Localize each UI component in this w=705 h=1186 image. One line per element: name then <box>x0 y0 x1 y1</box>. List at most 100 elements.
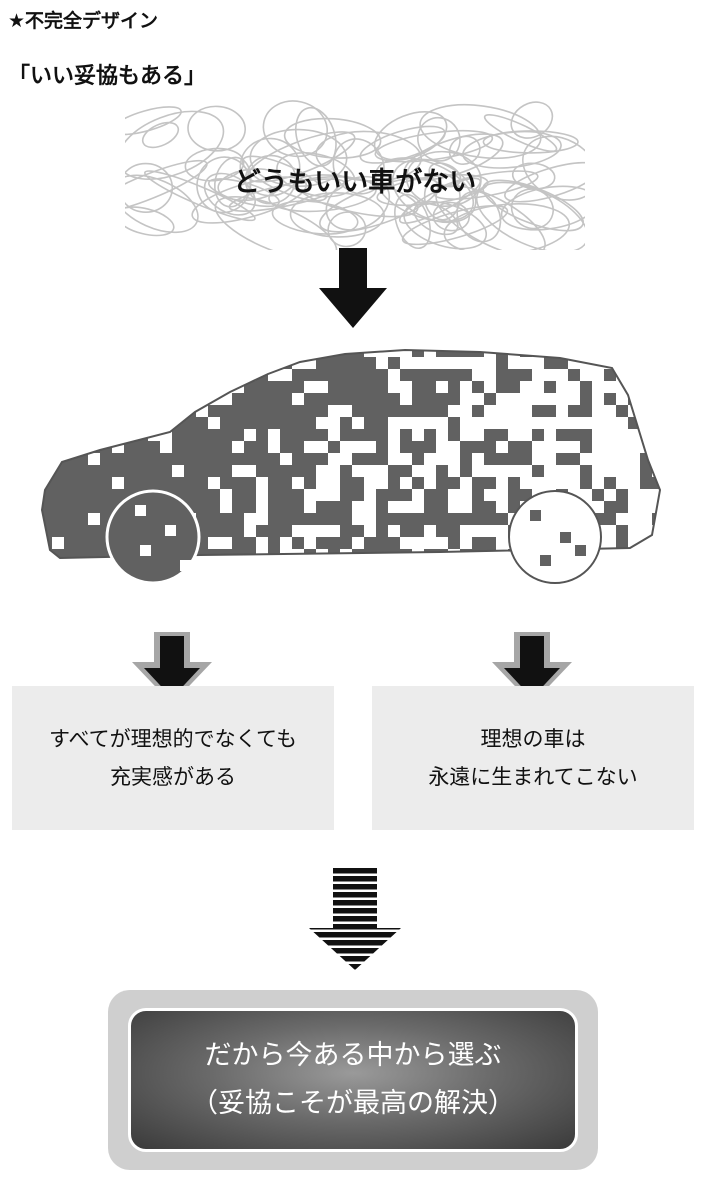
striped-down-arrow <box>309 868 401 970</box>
wheel-pixel <box>530 510 541 521</box>
car-pixel <box>424 465 436 477</box>
car-pixel <box>472 429 484 441</box>
car-pixel <box>628 477 640 489</box>
car-pixel <box>496 393 508 405</box>
car-pixel <box>424 357 436 369</box>
arrow-stripe <box>309 884 401 890</box>
car-pixel <box>580 417 592 429</box>
car-pixel <box>268 441 280 453</box>
car-pixel <box>508 393 520 405</box>
car-pixel <box>292 393 304 405</box>
car-pixel <box>424 477 436 489</box>
car-pixel <box>400 501 412 513</box>
car-pixel <box>568 350 580 357</box>
car-pixel <box>316 441 328 453</box>
arrow-stripe <box>309 876 401 882</box>
car-pixel <box>244 369 256 381</box>
car-pixel <box>532 381 544 393</box>
car-pixel <box>592 381 604 393</box>
car-pixel <box>280 369 292 381</box>
car-pixel <box>604 537 616 549</box>
car-pixel <box>256 357 268 369</box>
car-pixel <box>364 525 376 537</box>
car-pixel <box>628 501 640 513</box>
panel-right-line1: 理想の車は <box>480 727 586 751</box>
car-pixel <box>640 350 652 357</box>
car-pixel <box>604 489 616 501</box>
car-pixel <box>220 501 232 513</box>
car-pixel <box>460 525 472 537</box>
car-pixel <box>280 549 292 558</box>
car-pixel <box>604 525 616 537</box>
car-pixel <box>604 429 616 441</box>
car-pixel <box>544 465 556 477</box>
car-pixel <box>460 381 472 393</box>
car-pixel <box>280 453 292 465</box>
wheel-pixel <box>165 525 176 536</box>
car-pixel <box>112 477 124 489</box>
car-pixel <box>616 417 628 429</box>
car-pixel <box>496 465 508 477</box>
car-pixel <box>328 465 340 477</box>
car-pixel <box>592 417 604 429</box>
car-pixel <box>592 465 604 477</box>
car-pixel <box>616 393 628 405</box>
car-pixel <box>628 549 640 558</box>
car-pixel <box>640 417 652 429</box>
car-pixel <box>604 453 616 465</box>
car-pixel <box>496 405 508 417</box>
car-pixel <box>376 357 388 369</box>
car-pixel <box>664 525 676 537</box>
car-pixel <box>556 393 568 405</box>
car-pixel <box>532 357 544 369</box>
car-pixel <box>208 417 220 429</box>
car-pixel <box>340 453 352 465</box>
car-pixel <box>568 465 580 477</box>
car-pixel <box>388 441 400 453</box>
car-pixel <box>448 465 460 477</box>
car-pixel <box>556 417 568 429</box>
car-pixel <box>412 417 424 429</box>
car-pixel <box>664 345 676 357</box>
arrow-stripe <box>309 940 401 946</box>
car-pixel <box>508 405 520 417</box>
car-pixel <box>328 525 340 537</box>
car-pixel <box>664 417 676 429</box>
car-pixel <box>436 453 448 465</box>
car-pixel <box>604 381 616 393</box>
car-pixel <box>424 417 436 429</box>
car-pixel <box>340 405 352 417</box>
car-pixel <box>544 393 556 405</box>
car-pixel <box>172 393 184 405</box>
car-pixel <box>592 369 604 381</box>
car-pixel <box>664 537 676 549</box>
car-pixel <box>244 465 256 477</box>
car-pixel <box>304 537 316 549</box>
car-pixel <box>460 561 472 573</box>
car-pixel <box>616 350 628 357</box>
car-pixel <box>508 429 520 441</box>
panel-right: 理想の車は 永遠に生まれてこない <box>372 686 694 830</box>
car-pixel <box>424 537 436 549</box>
car-pixel <box>364 350 376 357</box>
car-pixel <box>88 350 100 357</box>
car-pixel <box>316 489 328 501</box>
car-pixel <box>544 350 556 357</box>
car-pixel <box>556 477 568 489</box>
car-pixel <box>400 393 412 405</box>
car-pixel <box>148 381 160 393</box>
car-pixel <box>316 417 328 429</box>
car-pixel <box>652 561 664 573</box>
arrow-stripe <box>309 868 401 874</box>
car-pixel <box>352 513 364 525</box>
wheel-pixel <box>180 560 191 571</box>
car-pixel <box>640 489 652 501</box>
car-pixel <box>556 405 568 417</box>
car-pixel <box>136 405 148 417</box>
wheel-pixel <box>135 505 146 516</box>
car-pixel <box>448 441 460 453</box>
car-pixel <box>496 441 508 453</box>
car-pixel <box>364 465 376 477</box>
car-pixel <box>328 453 340 465</box>
car-pixel <box>664 489 676 501</box>
